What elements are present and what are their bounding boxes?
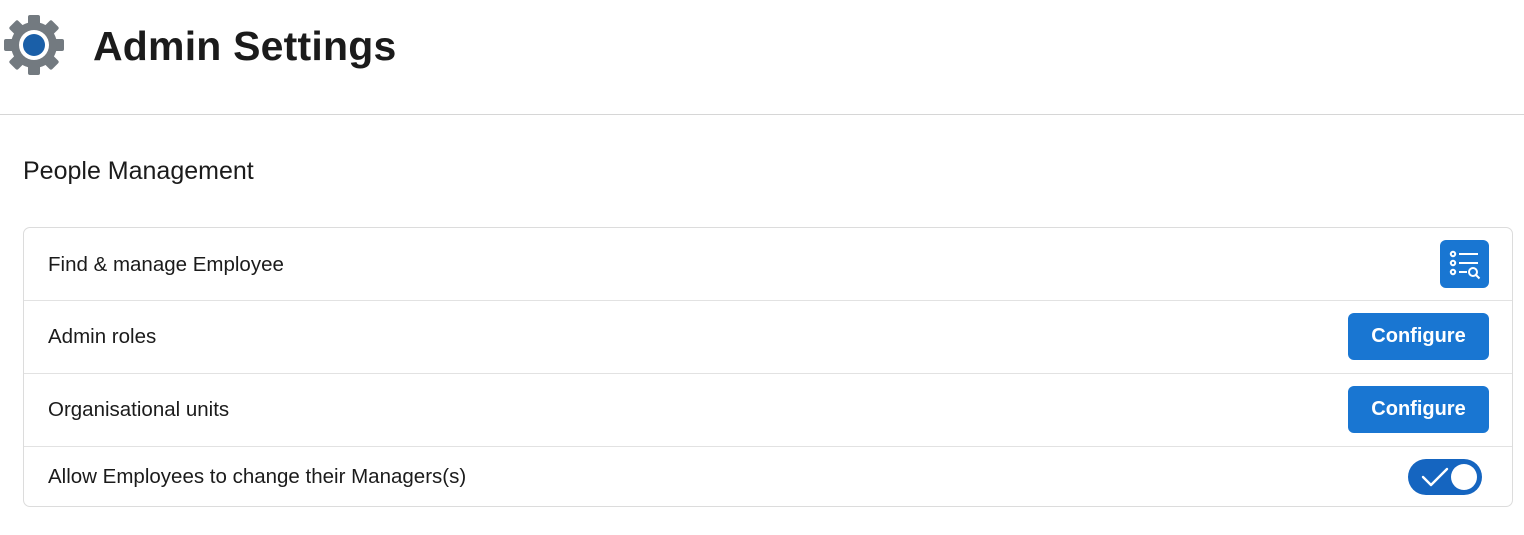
- row-label: Allow Employees to change their Managers…: [48, 465, 467, 488]
- settings-row-find-employee: Find & manage Employee: [24, 228, 1512, 301]
- row-label: Organisational units: [48, 398, 230, 421]
- page-title: Admin Settings: [93, 23, 397, 69]
- row-label: Admin roles: [48, 325, 157, 348]
- gear-icon: [4, 15, 64, 75]
- configure-admin-roles-button[interactable]: Configure: [1348, 313, 1489, 360]
- row-label: Find & manage Employee: [48, 253, 284, 276]
- settings-row-org-units: Organisational units Configure: [24, 374, 1512, 447]
- section-title: People Management: [23, 157, 254, 185]
- list-search-icon: [1449, 250, 1480, 280]
- find-employee-button[interactable]: [1440, 240, 1489, 288]
- people-management-card: Find & manage Employee Admin roles Confi…: [23, 227, 1513, 507]
- settings-row-change-managers: Allow Employees to change their Managers…: [24, 447, 1512, 506]
- change-managers-toggle[interactable]: [1408, 459, 1482, 495]
- configure-org-units-button[interactable]: Configure: [1348, 386, 1489, 433]
- toggle-knob: [1451, 464, 1477, 490]
- check-icon: [1421, 467, 1449, 487]
- page-header: Admin Settings: [0, 0, 1524, 115]
- settings-row-admin-roles: Admin roles Configure: [24, 301, 1512, 374]
